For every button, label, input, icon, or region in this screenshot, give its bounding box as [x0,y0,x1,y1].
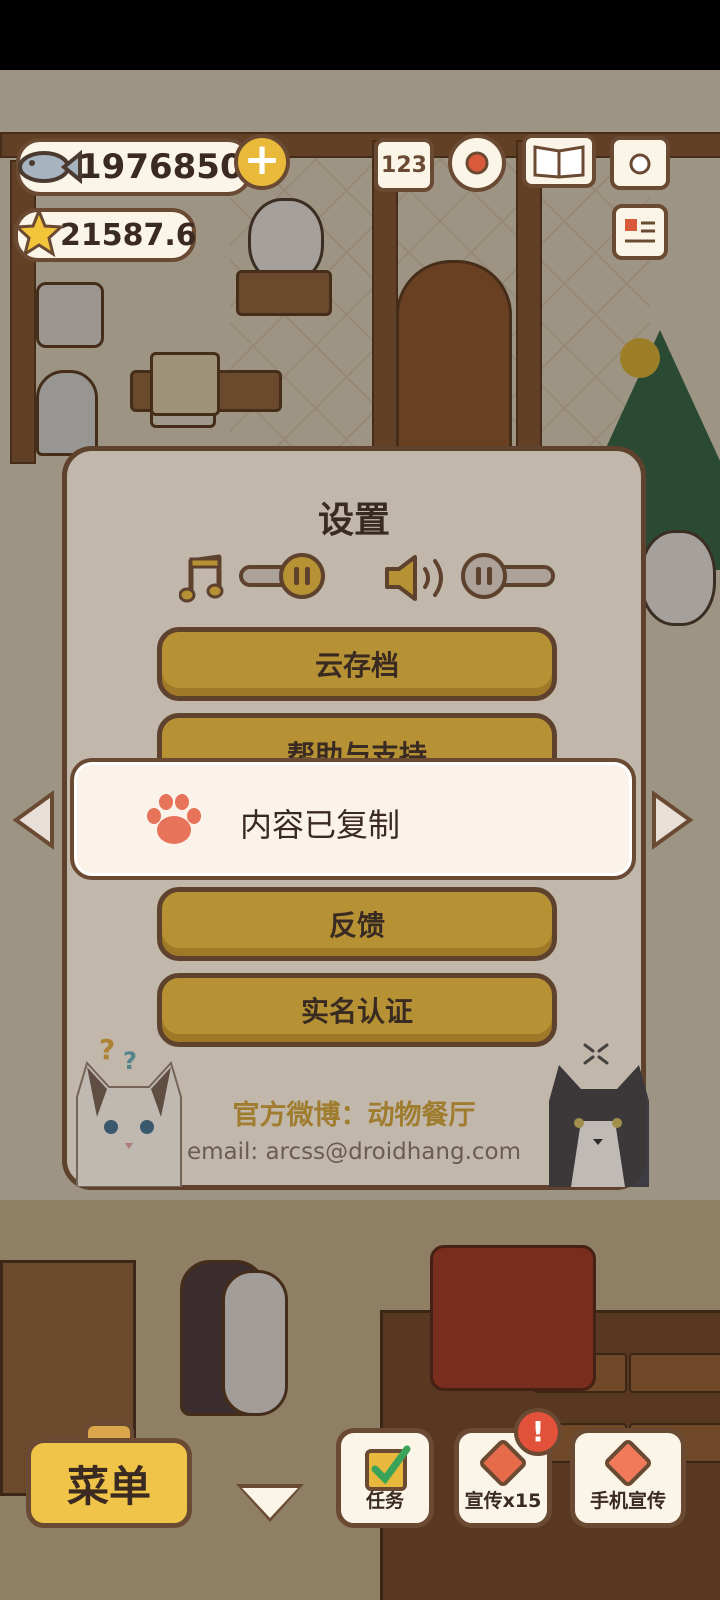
star-counter: 21587.6 [14,208,197,262]
promote-label: 宣传x15 [464,1490,542,1512]
phone-promote-icon [602,1437,654,1489]
official-weibo-text: 官方微博：动物餐厅 [232,1100,476,1131]
collapse-arrow-icon[interactable] [242,1488,298,1518]
add-fish-button[interactable]: + [234,134,290,190]
paw-icon [147,794,201,844]
ranking-icon[interactable]: 123 [374,138,434,192]
music-toggle-knob[interactable] [279,553,325,599]
tasks-label: 任务 [365,1490,404,1512]
status-bar [0,0,720,70]
speaker-icon [385,555,443,601]
question-mark-decoration: ? [123,1047,137,1075]
book-icon[interactable] [522,134,596,188]
phone-promote-button[interactable]: 手机宣传 [570,1428,686,1528]
copied-toast: 内容已复制 [70,758,636,880]
angry-mark-icon [583,1043,609,1065]
camera-icon[interactable] [610,136,670,190]
cloud-save-button[interactable]: 云存档 [157,627,557,701]
music-note-icon [179,554,224,603]
support-email-text[interactable]: email: arcss@droidhang.com [67,1139,641,1165]
scroll-right-arrow-icon[interactable] [650,790,694,850]
newspaper-icon[interactable] [612,204,668,260]
settings-gear-icon[interactable] [448,134,506,192]
tasks-button[interactable]: 任务 [336,1428,434,1528]
feedback-button[interactable]: 反馈 [157,887,557,961]
scroll-left-arrow-icon[interactable] [12,790,56,850]
star-count: 21587.6 [60,217,197,253]
toast-message: 内容已复制 [240,806,401,844]
phone-promote-label: 手机宣传 [589,1490,666,1512]
real-name-verification-button[interactable]: 实名认证 [157,973,557,1047]
fish-counter: 19768501 [16,138,267,196]
menu-button[interactable]: 菜单 [26,1438,192,1528]
alert-badge: ! [514,1408,562,1456]
question-mark-decoration: ? [99,1033,116,1066]
sound-toggle-knob[interactable] [461,553,507,599]
star-icon [14,208,64,258]
dialog-title: 设置 [317,500,390,541]
fish-icon [18,149,82,185]
